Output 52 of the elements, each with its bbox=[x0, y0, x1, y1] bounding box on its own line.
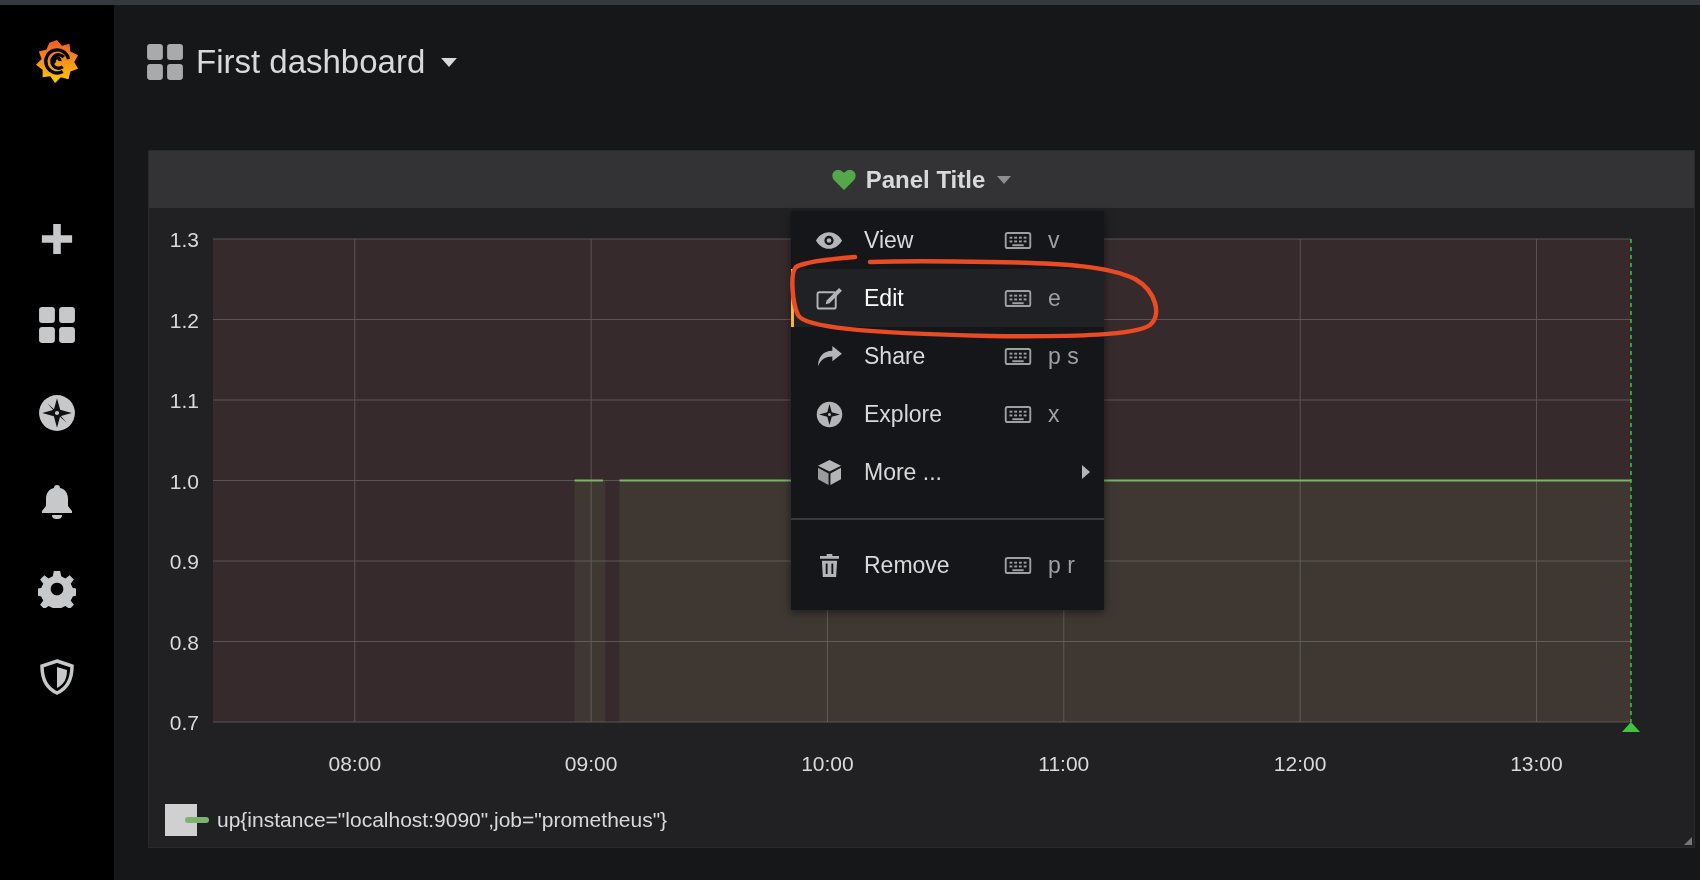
shortcut-key: e bbox=[1048, 284, 1104, 312]
shortcut-key: v bbox=[1048, 226, 1104, 254]
caret-icon bbox=[441, 57, 458, 67]
y-axis-label: 1.3 bbox=[169, 228, 199, 251]
logo-icon[interactable] bbox=[34, 38, 80, 84]
settings-icon[interactable] bbox=[38, 570, 76, 608]
legend-swatch bbox=[165, 804, 197, 836]
menu-item[interactable]: Remove p r bbox=[791, 536, 1104, 594]
y-axis-label: 0.8 bbox=[169, 630, 199, 654]
compass-icon bbox=[815, 400, 843, 428]
x-axis-label: 10:00 bbox=[801, 752, 854, 775]
menu-item[interactable]: Edit e bbox=[791, 269, 1104, 327]
shield-icon[interactable] bbox=[39, 658, 75, 696]
y-axis-label: 1.0 bbox=[169, 469, 199, 493]
bell-icon[interactable] bbox=[39, 482, 75, 520]
y-axis-label: 0.9 bbox=[169, 550, 199, 573]
x-axis-label: 11:00 bbox=[1038, 752, 1090, 775]
keyboard-icon bbox=[1004, 405, 1032, 423]
compass-icon[interactable] bbox=[38, 394, 76, 432]
menu-item[interactable]: View v bbox=[791, 211, 1104, 269]
y-axis-label: 1.2 bbox=[169, 308, 199, 332]
shortcut-key: x bbox=[1048, 400, 1104, 428]
x-axis-label: 12:00 bbox=[1273, 752, 1327, 775]
trash-icon bbox=[819, 553, 839, 577]
cube-icon bbox=[817, 459, 841, 485]
menu-item[interactable]: Explore x bbox=[791, 385, 1104, 443]
legend-label[interactable]: up{instance="localhost:9090",job="prometheus"} bbox=[217, 808, 668, 832]
y-axis-label: 0.7 bbox=[169, 711, 199, 734]
keyboard-icon bbox=[1004, 347, 1032, 365]
keyboard-icon bbox=[1004, 289, 1032, 307]
panel-title[interactable]: Panel Title bbox=[865, 165, 1012, 194]
dashboards-icon[interactable] bbox=[38, 306, 76, 344]
plus-icon[interactable] bbox=[40, 222, 74, 256]
shortcut-key: p r bbox=[1048, 551, 1104, 579]
dashboard-grid-icon bbox=[146, 43, 184, 81]
resize-handle-icon[interactable] bbox=[1684, 837, 1692, 845]
eye-icon bbox=[816, 231, 842, 249]
shortcut-key: p s bbox=[1048, 342, 1104, 370]
x-axis-label: 09:00 bbox=[564, 752, 618, 775]
y-axis-label: 1.1 bbox=[169, 389, 199, 412]
share-icon bbox=[816, 345, 842, 367]
heart-icon bbox=[831, 168, 856, 191]
edit-icon bbox=[815, 286, 843, 310]
menu-item[interactable]: Share p s bbox=[791, 327, 1104, 385]
keyboard-icon bbox=[1004, 231, 1032, 249]
caret-icon bbox=[997, 175, 1012, 184]
menu-item[interactable]: More ... bbox=[791, 443, 1104, 501]
x-axis-label: 08:00 bbox=[328, 752, 382, 775]
submenu-arrow-icon bbox=[1082, 465, 1090, 479]
x-axis-label: 13:00 bbox=[1510, 752, 1563, 775]
keyboard-icon bbox=[1004, 556, 1032, 574]
dashboard-title[interactable]: First dashboard bbox=[196, 43, 458, 81]
